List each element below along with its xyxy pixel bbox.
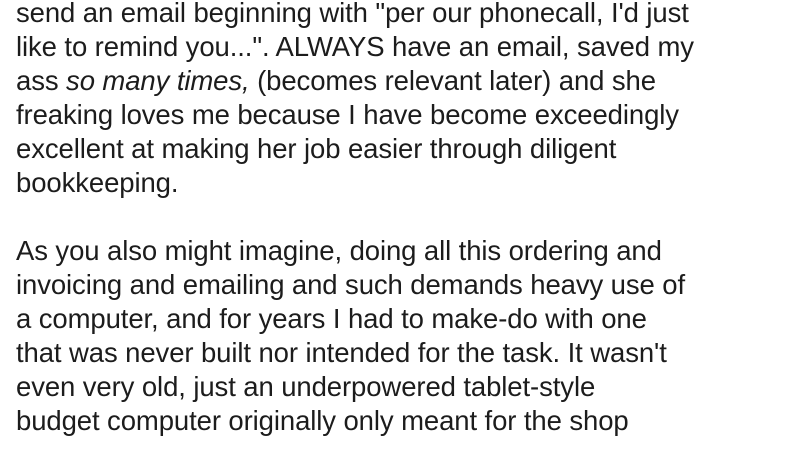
text-line: invoicing and emailing and such demands … [16,269,685,300]
text-line: even very old, just an underpowered tabl… [16,371,596,402]
text-segment: (becomes relevant later) and she [249,65,656,96]
text-line: excellent at making her job easier throu… [16,133,617,164]
text-line: budget computer originally only meant fo… [16,405,629,436]
text-line: send an email beginning with "per our ph… [16,0,689,28]
text-line: freaking loves me because I have become … [16,99,679,130]
text-line: bookkeeping. [16,167,179,198]
text-line: a computer, and for years I had to make-… [16,303,647,334]
post-body: send an email beginning with "per our ph… [16,0,796,438]
text-line-with-emphasis: ass so many times, (becomes relevant lat… [16,64,796,98]
paragraph-1: send an email beginning with "per our ph… [16,0,796,200]
text-line: like to remind you...". ALWAYS have an e… [16,31,694,62]
text-line: As you also might imagine, doing all thi… [16,235,662,266]
text-segment: ass [16,65,67,96]
paragraph-2: As you also might imagine, doing all thi… [16,234,796,438]
text-line: that was never built nor intended for th… [16,337,667,368]
emphasis-text: so many times, [66,65,250,96]
